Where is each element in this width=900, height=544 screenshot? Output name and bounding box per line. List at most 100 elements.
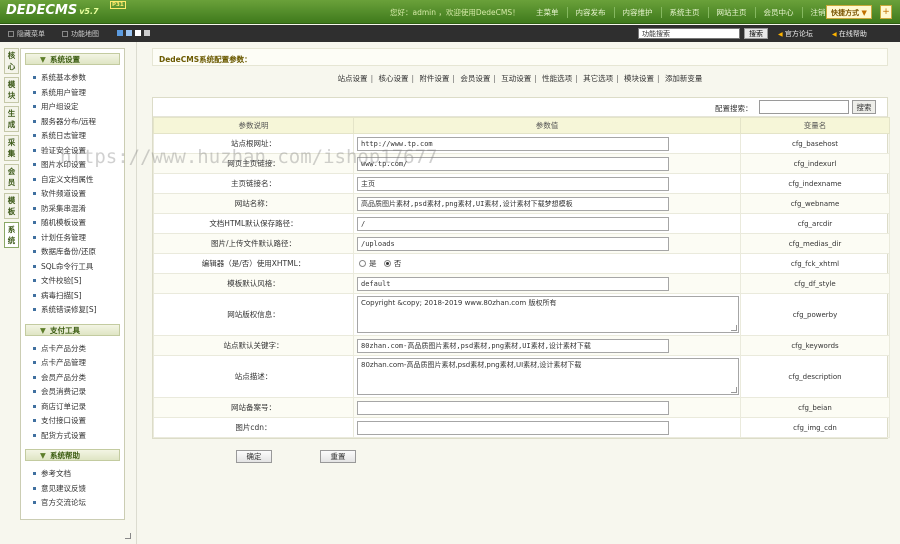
- sidebar-item[interactable]: 意见建议反馈: [21, 482, 124, 497]
- sidebar-item[interactable]: 自定义文档属性: [21, 173, 124, 188]
- sidebar-item[interactable]: 验证安全设置: [21, 144, 124, 159]
- skin-swatch-white[interactable]: [135, 30, 141, 36]
- nav-member-center[interactable]: 会员中心: [754, 7, 802, 18]
- config-search-input[interactable]: [759, 100, 849, 114]
- sidebar-item[interactable]: 随机模板设置: [21, 216, 124, 231]
- add-quick-button[interactable]: +: [880, 5, 892, 19]
- sidebar-item[interactable]: 服务器分布/远程: [21, 115, 124, 130]
- param-input[interactable]: [357, 400, 669, 415]
- sidebar-group-payment-tools[interactable]: ▼ 支付工具: [25, 323, 120, 336]
- tab-module-settings[interactable]: 模块设置: [621, 74, 657, 83]
- xhtml-no-option[interactable]: 否: [383, 258, 401, 269]
- tab-add-variable[interactable]: 添加新变量: [662, 74, 706, 83]
- vtab-collect[interactable]: 采集: [4, 135, 19, 161]
- param-var: cfg_powerby: [740, 293, 890, 336]
- sidebar-item[interactable]: 商店订单记录: [21, 400, 124, 415]
- param-var: cfg_medias_dir: [740, 233, 890, 254]
- sidebar-item[interactable]: 计划任务管理: [21, 231, 124, 246]
- nav-content-publish[interactable]: 内容发布: [566, 7, 614, 18]
- sidebar-group-system-settings[interactable]: ▼ 系统设置: [25, 53, 120, 65]
- param-label: 编辑器（是/否）使用XHTML：: [153, 253, 354, 274]
- sidebar-item-label: 系统基本参数: [41, 73, 86, 82]
- sidebar-item[interactable]: 会员产品分类: [21, 371, 124, 386]
- nav-main-menu[interactable]: 主菜单: [528, 7, 567, 18]
- sidebar-group-system-help[interactable]: ▼ 系统帮助: [25, 449, 120, 461]
- radio-button[interactable]: [359, 260, 366, 267]
- tab-site-settings[interactable]: 站点设置: [335, 74, 371, 83]
- hide-menu-link[interactable]: 隐藏菜单: [8, 29, 45, 39]
- param-textarea[interactable]: 80zhan.com-高品质图片素材,psd素材,png素材,UI素材,设计素材…: [357, 358, 739, 395]
- function-map-link[interactable]: 功能地图: [62, 29, 99, 39]
- param-textarea[interactable]: Copyright &copy; 2018-2019 www.80zhan.co…: [357, 296, 739, 333]
- tab-separator: |: [657, 74, 660, 83]
- sidebar-item-label: 点卡产品管理: [41, 358, 86, 367]
- tab-attachment-settings[interactable]: 附件设置: [416, 74, 452, 83]
- tab-other-options[interactable]: 其它选项: [580, 74, 616, 83]
- table-row: 网站名称： 高品质图片素材,psd素材,png素材,UI素材,设计素材下载梦想模…: [153, 193, 890, 214]
- vtab-core[interactable]: 核心: [4, 48, 19, 74]
- official-forum-label: 官方论坛: [784, 30, 813, 38]
- sidebar-item[interactable]: 文件校验[S]: [21, 274, 124, 289]
- param-label: 网站备案号：: [153, 397, 354, 418]
- xhtml-yes-option[interactable]: 是: [359, 258, 377, 269]
- param-input[interactable]: [357, 420, 669, 435]
- sidebar-item[interactable]: 支付接口设置: [21, 414, 124, 429]
- official-forum-link[interactable]: ◀ 官方论坛: [778, 29, 813, 39]
- radio-button[interactable]: [383, 260, 391, 267]
- sidebar-item[interactable]: 图片水印设置: [21, 158, 124, 173]
- sidebar-item[interactable]: 系统日志管理: [21, 129, 124, 144]
- function-search-button[interactable]: 搜索: [744, 28, 768, 39]
- sidebar-item[interactable]: 官方交流论坛: [21, 496, 124, 511]
- function-search-input[interactable]: 功能搜索: [638, 28, 740, 39]
- sidebar-item[interactable]: 软件频道设置: [21, 187, 124, 202]
- tab-performance-options[interactable]: 性能选项: [539, 74, 575, 83]
- arrow-right-icon: ◀: [778, 31, 783, 38]
- tab-core-settings[interactable]: 核心设置: [375, 74, 411, 83]
- tab-member-settings[interactable]: 会员设置: [457, 74, 493, 83]
- tab-separator: |: [616, 74, 619, 83]
- vtab-modules[interactable]: 模块: [4, 77, 19, 103]
- online-help-link[interactable]: ◀ 在线帮助: [832, 29, 867, 39]
- vtab-member[interactable]: 会员: [4, 164, 19, 190]
- table-header: 参数说明 参数值 变量名: [153, 117, 890, 134]
- param-input[interactable]: 高品质图片素材,psd素材,png素材,UI素材,设计素材下载梦想模板: [357, 196, 669, 211]
- tab-separator: |: [534, 74, 537, 83]
- vtab-template[interactable]: 模板: [4, 193, 19, 219]
- skin-swatch-blue[interactable]: [117, 30, 123, 36]
- param-input[interactable]: 主页: [357, 176, 669, 191]
- param-input[interactable]: /: [357, 216, 669, 231]
- skin-swatch-gray[interactable]: [144, 30, 150, 36]
- sidebar-item[interactable]: 配货方式设置: [21, 429, 124, 444]
- sidebar-item[interactable]: 参考文档: [21, 467, 124, 482]
- nav-site-home[interactable]: 网站主页: [707, 7, 755, 18]
- sidebar-item-label: 配货方式设置: [41, 430, 86, 440]
- vtab-generate[interactable]: 生成: [4, 106, 19, 132]
- param-input[interactable]: http://www.tp.com: [357, 136, 669, 151]
- vtab-system[interactable]: 系统: [4, 222, 19, 248]
- param-var: cfg_arcdir: [740, 213, 890, 234]
- nav-system-home[interactable]: 系统主页: [660, 7, 708, 18]
- param-input[interactable]: /uploads: [357, 236, 669, 251]
- sidebar-item[interactable]: 系统基本参数: [21, 71, 124, 86]
- sidebar-item[interactable]: 系统用户管理: [21, 86, 124, 101]
- sidebar-item[interactable]: 病毒扫描[S]: [21, 289, 124, 304]
- sidebar-item[interactable]: SQL命令行工具: [21, 260, 124, 275]
- ok-button[interactable]: 确定: [236, 450, 272, 463]
- sidebar-item[interactable]: 点卡产品管理: [21, 356, 124, 371]
- sidebar-item[interactable]: 系统错误修复[S]: [21, 303, 124, 318]
- tab-interaction-settings[interactable]: 互动设置: [498, 74, 534, 83]
- param-input[interactable]: 80zhan.com-高品质图片素材,psd素材,png素材,UI素材,设计素材…: [357, 338, 669, 353]
- quick-menu-button[interactable]: 快捷方式 ▼: [826, 5, 872, 19]
- param-input[interactable]: default: [357, 276, 669, 291]
- sidebar-item[interactable]: 点卡产品分类: [21, 342, 124, 357]
- param-input[interactable]: www.tp.com/: [357, 156, 669, 171]
- nav-content-maintain[interactable]: 内容维护: [613, 7, 661, 18]
- sidebar-item[interactable]: 防采集串混淆: [21, 202, 124, 217]
- arrow-right-icon: ◀: [832, 31, 837, 38]
- config-search-button[interactable]: 搜索: [852, 100, 876, 114]
- sidebar-item[interactable]: 用户组设定: [21, 100, 124, 115]
- sidebar-item[interactable]: 会员消费记录: [21, 385, 124, 400]
- reset-button[interactable]: 重置: [320, 450, 356, 463]
- skin-swatch-lightblue[interactable]: [126, 30, 132, 36]
- sidebar-item[interactable]: 数据库备份/还原: [21, 245, 124, 260]
